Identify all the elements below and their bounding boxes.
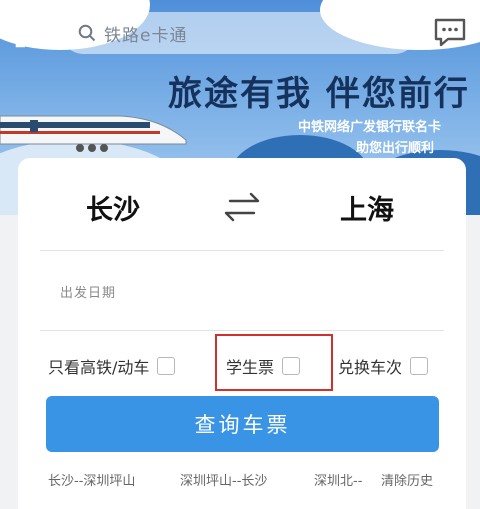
- exchange-train-option[interactable]: 兑换车次: [338, 354, 429, 378]
- message-icon[interactable]: [430, 14, 470, 50]
- high-speed-label: 只看高铁/动车: [48, 358, 150, 377]
- train-illustration: [0, 115, 187, 152]
- departure-city[interactable]: 长沙: [86, 188, 140, 227]
- divider: [40, 250, 444, 251]
- search-icon: [78, 24, 96, 42]
- departure-date-field[interactable]: 出发日期: [60, 282, 116, 301]
- clear-history-link[interactable]: 清除历史: [381, 470, 433, 489]
- banner-subtitle: 中铁网络广发银行联名卡: [298, 120, 442, 135]
- ticket-search-card: 长沙 上海 出发日期 只看高铁/动车 学生票 兑换车次 查询车票 长沙--深圳坪…: [18, 158, 466, 509]
- banner-subtitle-2: 助您出行顺利: [356, 141, 435, 156]
- history-item[interactable]: 深圳坪山--长沙: [180, 470, 267, 489]
- history-item[interactable]: 深圳北--: [314, 470, 362, 489]
- history-item[interactable]: 长沙--深圳坪山: [48, 470, 135, 489]
- query-tickets-button[interactable]: 查询车票: [46, 396, 439, 452]
- exchange-train-label: 兑换车次: [338, 358, 403, 377]
- exchange-train-checkbox[interactable]: [410, 357, 429, 375]
- high-speed-checkbox[interactable]: [157, 357, 176, 375]
- search-placeholder: 铁路e卡通: [104, 25, 188, 46]
- scan-icon[interactable]: [14, 14, 50, 50]
- search-input[interactable]: 铁路e卡通: [62, 12, 416, 54]
- highlight-box: [215, 334, 333, 391]
- divider: [40, 330, 444, 331]
- banner-slogan: 旅途有我 伴您前行: [168, 74, 470, 114]
- swap-icon[interactable]: [218, 190, 266, 224]
- high-speed-filter[interactable]: 只看高铁/动车: [48, 354, 176, 378]
- arrival-city[interactable]: 上海: [340, 188, 394, 227]
